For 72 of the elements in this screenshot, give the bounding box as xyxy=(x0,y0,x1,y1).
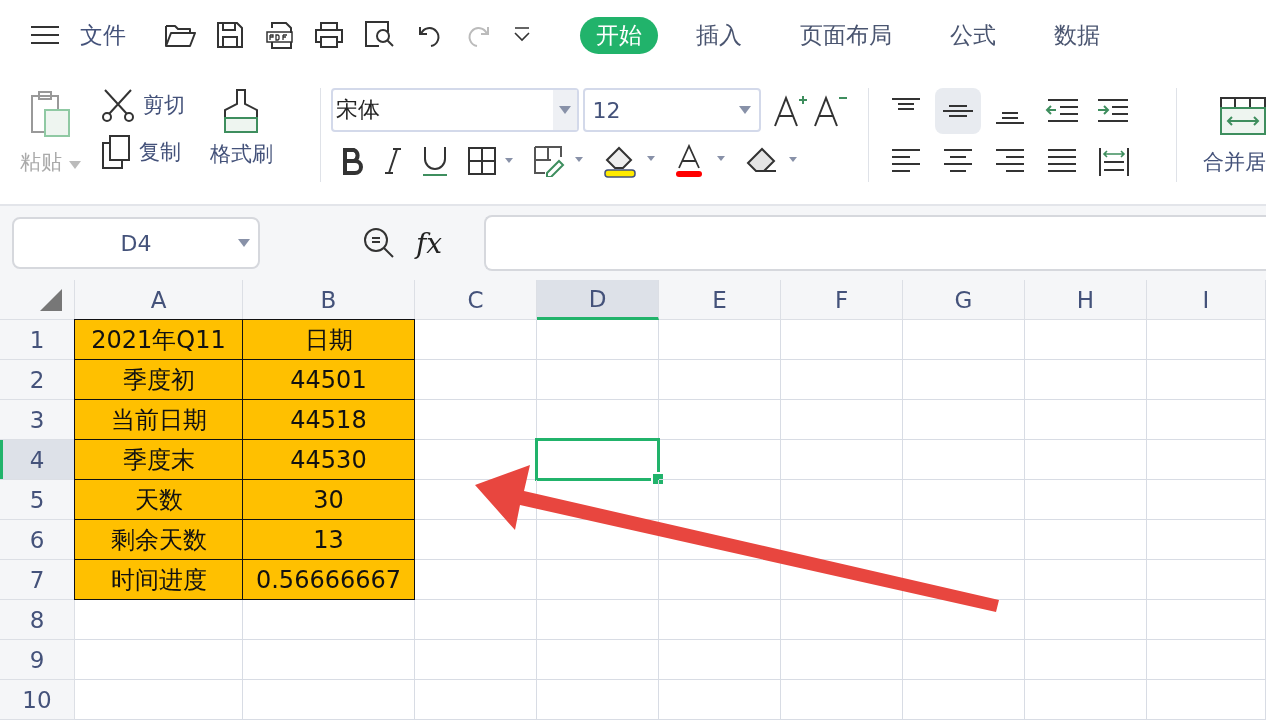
merge-center-button[interactable]: 合并居 xyxy=(1203,96,1266,182)
bold-icon[interactable] xyxy=(340,147,365,175)
table-cell: 时间进度 xyxy=(74,559,243,600)
table-cell: 季度初 xyxy=(74,359,243,400)
zoom-icon[interactable] xyxy=(362,226,396,260)
row-header[interactable]: 1 xyxy=(0,320,75,360)
table-cell: 2021年Q11 xyxy=(74,319,243,360)
row-header[interactable]: 3 xyxy=(0,400,75,440)
underline-icon[interactable] xyxy=(420,145,449,177)
print-preview-icon[interactable] xyxy=(364,20,396,50)
ribbon-tab[interactable]: 数据 xyxy=(1044,16,1110,54)
merge-cells-icon xyxy=(1220,96,1266,136)
column-header[interactable]: A xyxy=(75,280,243,320)
copy-button[interactable]: 复制 xyxy=(100,134,185,170)
caret-icon xyxy=(238,239,250,247)
file-menu[interactable]: 文件 xyxy=(80,19,126,51)
column-header[interactable]: I xyxy=(1147,280,1266,320)
column-header[interactable]: C xyxy=(415,280,537,320)
row-header[interactable]: 6 xyxy=(0,520,75,560)
clipboard-icon xyxy=(28,90,73,138)
table-cell: 44518 xyxy=(242,399,415,440)
table-cell: 天数 xyxy=(74,479,243,520)
fill-color-icon[interactable] xyxy=(602,144,657,178)
table-cell: 30 xyxy=(242,479,415,520)
table-cell: 13 xyxy=(242,519,415,560)
printer-icon[interactable] xyxy=(314,21,344,49)
border-draw-icon[interactable] xyxy=(532,145,585,177)
ribbon-tab[interactable]: 插入 xyxy=(686,16,752,54)
save-icon[interactable] xyxy=(216,21,244,49)
row-header[interactable]: 2 xyxy=(0,360,75,400)
table-cell: 日期 xyxy=(242,319,415,360)
pdf-export-icon[interactable] xyxy=(264,20,294,50)
table-cell: 0.56666667 xyxy=(242,559,415,600)
select-all-corner[interactable] xyxy=(0,280,75,320)
column-header[interactable]: B xyxy=(243,280,415,320)
row-header[interactable]: 9 xyxy=(0,640,75,680)
font-color-icon[interactable] xyxy=(674,144,727,178)
column-header[interactable]: G xyxy=(903,280,1025,320)
caret-icon xyxy=(558,106,571,114)
row-header[interactable]: 5 xyxy=(0,480,75,520)
align-button[interactable] xyxy=(935,88,982,134)
name-box[interactable]: D4 xyxy=(12,217,260,269)
format-painter-button[interactable]: 格式刷 xyxy=(209,88,273,168)
column-header[interactable]: F xyxy=(781,280,903,320)
row-header[interactable]: 10 xyxy=(0,680,75,720)
italic-icon[interactable] xyxy=(382,147,403,175)
column-header[interactable]: E xyxy=(659,280,781,320)
scissors-icon xyxy=(100,88,135,122)
table-cell: 季度末 xyxy=(74,439,243,480)
folder-icon[interactable] xyxy=(164,22,196,48)
table-cell: 44530 xyxy=(242,439,415,480)
row-header[interactable]: 4 xyxy=(0,440,75,480)
column-header[interactable]: H xyxy=(1025,280,1147,320)
cut-button[interactable]: 剪切 xyxy=(100,88,185,122)
copy-icon xyxy=(100,134,131,170)
table-cell: 剩余天数 xyxy=(74,519,243,560)
row-header[interactable]: 8 xyxy=(0,600,75,640)
caret-icon xyxy=(68,161,81,169)
caret-icon xyxy=(738,106,751,114)
menu-icon[interactable] xyxy=(30,25,60,45)
table-cell: 当前日期 xyxy=(74,399,243,440)
insert-function-button[interactable]: fx xyxy=(416,226,443,260)
dropdown-chevron-icon[interactable] xyxy=(512,26,532,44)
table-cell: 44501 xyxy=(242,359,415,400)
column-header[interactable]: D xyxy=(537,280,659,320)
font-name-dropdown[interactable]: 宋体 xyxy=(330,88,579,132)
font-size-dropdown[interactable]: 12 xyxy=(582,88,761,132)
row-header[interactable]: 7 xyxy=(0,560,75,600)
borders-icon[interactable] xyxy=(466,146,515,176)
ribbon-tab[interactable]: 页面布局 xyxy=(790,16,902,54)
ribbon-tab[interactable]: 公式 xyxy=(940,16,1006,54)
formula-input[interactable] xyxy=(484,215,1266,271)
